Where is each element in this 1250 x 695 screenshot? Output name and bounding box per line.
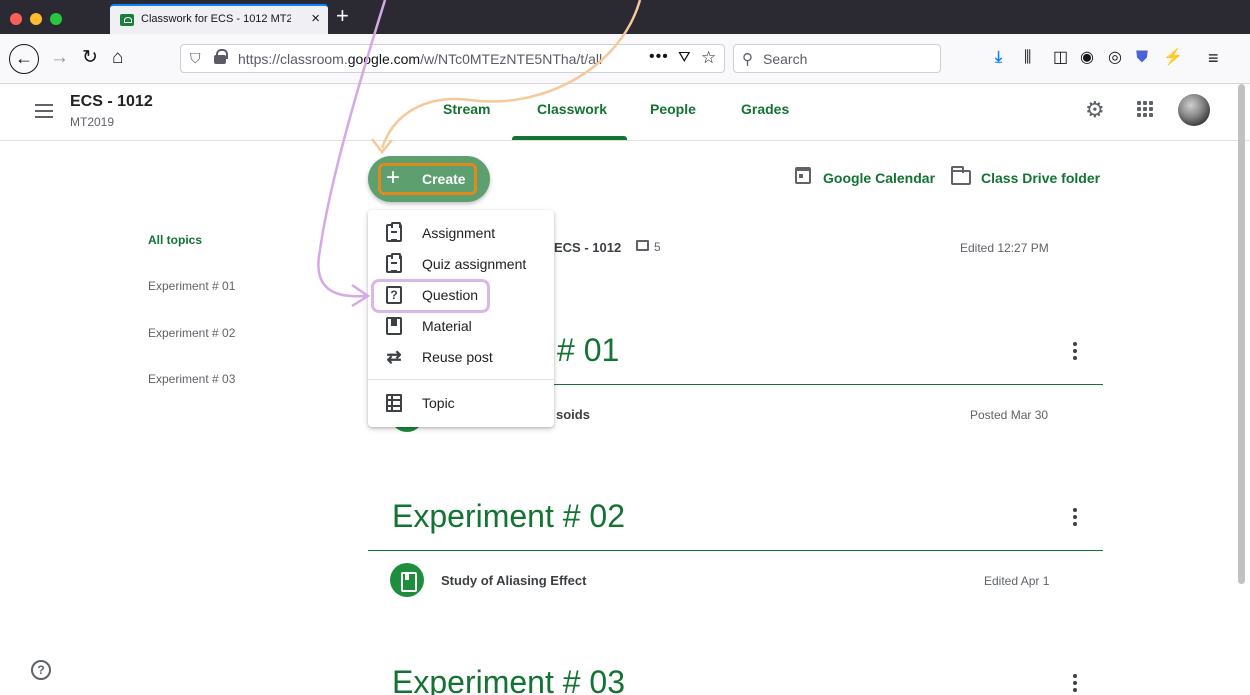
help-icon[interactable]: ?: [31, 660, 51, 680]
reuse-icon: ⇄: [386, 347, 402, 367]
section-title-experiment-02[interactable]: Experiment # 02: [392, 498, 625, 535]
section-options-icon[interactable]: [1073, 508, 1078, 527]
window-minimize-button[interactable]: [30, 13, 42, 25]
reload-button[interactable]: ↻: [82, 46, 98, 70]
tab-close-icon[interactable]: ×: [311, 10, 320, 27]
scrollbar-thumb[interactable]: [1238, 84, 1245, 584]
browser-navigation-bar: ← → ↻ ⌂ ⛉ https://classroom.google.com/w…: [0, 34, 1250, 84]
purple-arrowhead: [351, 283, 371, 308]
cast-extension-icon[interactable]: ⚡: [1163, 48, 1183, 68]
create-menu: Assignment Quiz assignment ? Question Ma…: [368, 210, 554, 427]
browser-search-bar[interactable]: ⚲ Search: [733, 44, 941, 73]
extension-icon[interactable]: ◎: [1108, 48, 1122, 68]
question-annotation-highlight: [371, 279, 490, 313]
topic-nav-experiment-01[interactable]: Experiment # 01: [148, 279, 235, 293]
class-drive-folder-link[interactable]: Class Drive folder: [981, 170, 1100, 186]
window-zoom-button[interactable]: [50, 13, 62, 25]
settings-gear-icon[interactable]: ⚙: [1085, 97, 1105, 123]
section-options-icon[interactable]: [1073, 342, 1078, 361]
forward-button[interactable]: →: [50, 46, 69, 70]
back-button[interactable]: ←: [9, 44, 39, 74]
search-icon: ⚲: [742, 51, 753, 68]
top-post-meta: Edited 12:27 PM: [960, 241, 1049, 255]
menu-item-assignment[interactable]: Assignment: [368, 218, 554, 249]
menu-item-label: Quiz assignment: [422, 256, 527, 272]
url-text[interactable]: https://classroom.google.com/w/NTc0MTEzN…: [238, 51, 602, 67]
google-calendar-link[interactable]: Google Calendar: [823, 170, 935, 186]
menu-item-label: Material: [422, 318, 472, 334]
menu-divider: [368, 379, 554, 380]
assignment-icon: [386, 222, 402, 242]
privacy-badger-icon[interactable]: ⛊: [1136, 48, 1148, 68]
section-title-experiment-01[interactable]: # 01: [557, 332, 619, 369]
google-apps-icon[interactable]: [1137, 101, 1153, 117]
comment-icon: [636, 240, 649, 251]
section2-post-meta: Edited Apr 1: [984, 574, 1050, 588]
menu-item-label: Topic: [422, 395, 455, 411]
topic-icon: [386, 394, 402, 412]
topic-nav-all[interactable]: All topics: [148, 233, 202, 247]
classroom-favicon-icon: [120, 14, 134, 26]
tab-grades[interactable]: Grades: [741, 101, 789, 117]
menu-hamburger-icon[interactable]: ≡: [1208, 48, 1219, 68]
section1-post-title[interactable]: soids: [556, 407, 590, 422]
tab-title: Classwork for ECS - 1012 MT2019: [141, 13, 291, 25]
menu-item-label: Reuse post: [422, 349, 493, 365]
pocket-icon[interactable]: ⛛: [678, 49, 691, 66]
section1-post-meta: Posted Mar 30: [970, 408, 1049, 422]
new-tab-button[interactable]: +: [336, 3, 349, 29]
top-post-title[interactable]: ECS - 1012: [554, 240, 621, 255]
class-section: MT2019: [70, 115, 115, 129]
browser-tab[interactable]: Classwork for ECS - 1012 MT2019 ×: [110, 4, 328, 34]
window-close-button[interactable]: [10, 13, 22, 25]
bookmark-star-icon[interactable]: ☆: [701, 48, 716, 68]
lock-icon[interactable]: [214, 49, 228, 64]
classroom-header: ECS - 1012 MT2019 Stream Classwork Peopl…: [0, 84, 1250, 141]
main-menu-icon[interactable]: [35, 104, 53, 118]
topic-nav-experiment-02[interactable]: Experiment # 02: [148, 326, 235, 340]
section-title-experiment-03[interactable]: Experiment # 03: [392, 664, 625, 695]
sidebar-icon[interactable]: ◫: [1053, 48, 1068, 68]
calendar-icon[interactable]: [795, 167, 811, 184]
menu-item-topic[interactable]: Topic: [368, 388, 554, 419]
tab-people[interactable]: People: [650, 101, 696, 117]
section-divider: [368, 550, 1103, 551]
create-annotation-highlight: [378, 163, 477, 195]
tab-classwork[interactable]: Classwork: [537, 101, 607, 117]
quiz-assignment-icon: [386, 253, 402, 273]
menu-item-reuse-post[interactable]: ⇄ Reuse post: [368, 342, 554, 373]
material-icon: [386, 317, 402, 335]
comment-count: 5: [654, 240, 661, 254]
menu-item-quiz-assignment[interactable]: Quiz assignment: [368, 249, 554, 280]
section2-post-title[interactable]: Study of Aliasing Effect: [441, 573, 586, 588]
home-button[interactable]: ⌂: [112, 46, 123, 70]
url-bar[interactable]: ⛉ https://classroom.google.com/w/NTc0MTE…: [180, 44, 725, 73]
topic-nav-experiment-03[interactable]: Experiment # 03: [148, 372, 235, 386]
material-post-icon: [390, 563, 424, 597]
page-actions-icon[interactable]: •••: [649, 48, 669, 66]
avatar[interactable]: [1178, 94, 1210, 126]
browser-tab-strip: Classwork for ECS - 1012 MT2019 × +: [0, 0, 1250, 34]
downloads-icon[interactable]: ⤓: [995, 48, 1002, 68]
menu-item-material[interactable]: Material: [368, 311, 554, 342]
search-placeholder: Search: [763, 51, 808, 67]
menu-item-label: Assignment: [422, 225, 496, 241]
active-tab-indicator: [512, 136, 627, 140]
tab-stream[interactable]: Stream: [443, 101, 490, 117]
section-options-icon[interactable]: [1073, 674, 1078, 693]
account-icon[interactable]: ◉: [1080, 48, 1094, 68]
page-scrollbar[interactable]: [1236, 84, 1246, 604]
folder-icon[interactable]: [951, 166, 971, 185]
tracking-shield-icon[interactable]: ⛉: [190, 50, 201, 67]
library-icon[interactable]: ⫼: [1024, 48, 1031, 68]
class-name[interactable]: ECS - 1012: [70, 93, 153, 111]
